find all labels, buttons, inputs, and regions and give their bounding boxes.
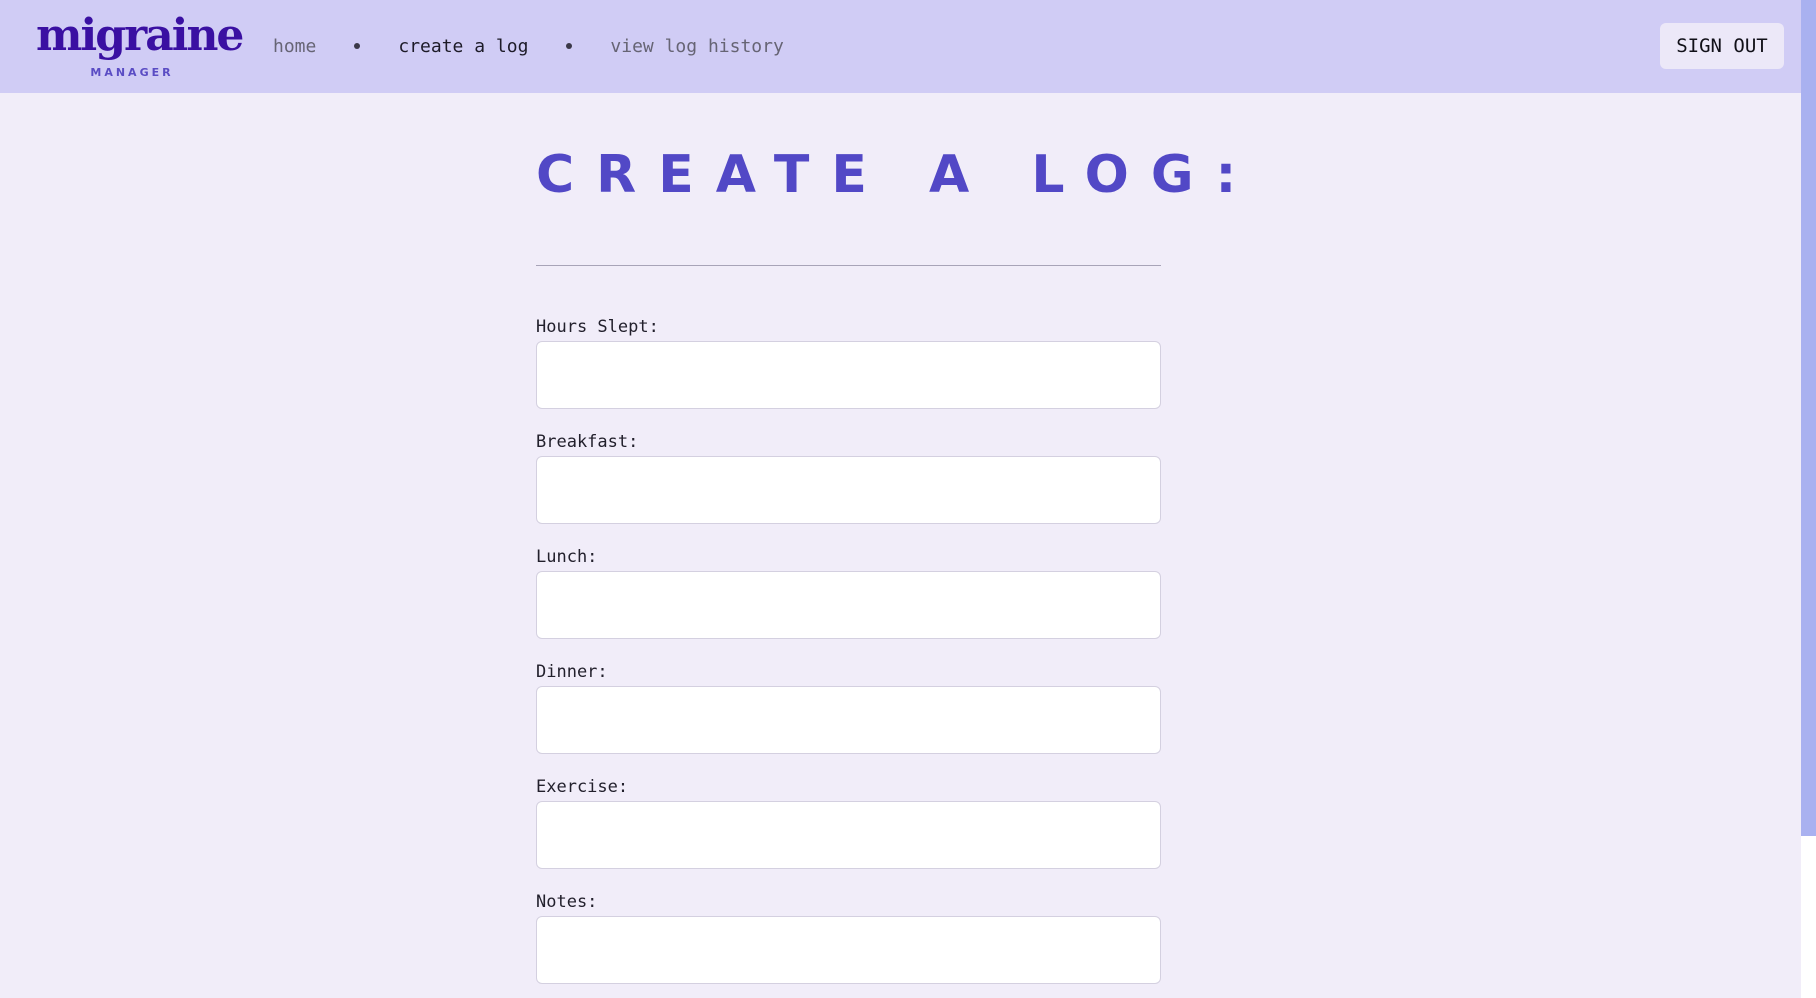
sign-out-button[interactable]: SIGN OUT — [1660, 23, 1784, 69]
nav-links: home create a log view log history — [273, 32, 784, 60]
exercise-label: Exercise: — [536, 777, 629, 797]
dinner-label: Dinner: — [536, 662, 608, 682]
navbar: migraine MANAGER home create a log view … — [0, 0, 1801, 93]
nav-separator-dot — [354, 43, 361, 49]
nav-link-create-a-log[interactable]: create a log — [398, 36, 528, 57]
lunch-label: Lunch: — [536, 547, 598, 567]
lunch-input[interactable] — [536, 571, 1161, 639]
breakfast-label: Breakfast: — [536, 432, 639, 452]
scrollbar-thumb[interactable] — [1801, 0, 1816, 836]
page: migraine MANAGER home create a log view … — [0, 0, 1801, 998]
logo-wordmark: migraine — [36, 10, 244, 61]
hours-slept-input[interactable] — [536, 341, 1161, 409]
breakfast-input[interactable] — [536, 456, 1161, 524]
nav-link-home[interactable]: home — [273, 36, 316, 57]
exercise-input[interactable] — [536, 801, 1161, 869]
nav-link-view-log-history[interactable]: view log history — [610, 36, 783, 57]
dinner-input[interactable] — [536, 686, 1161, 754]
logo-subtitle: MANAGER — [90, 66, 174, 79]
title-divider — [536, 265, 1161, 266]
notes-label: Notes: — [536, 892, 598, 912]
hours-slept-label: Hours Slept: — [536, 317, 659, 337]
nav-separator-dot — [566, 43, 573, 49]
notes-input[interactable] — [536, 916, 1161, 984]
page-title: CREATE A LOG: — [536, 145, 1259, 205]
logo[interactable]: migraine MANAGER — [36, 10, 244, 82]
